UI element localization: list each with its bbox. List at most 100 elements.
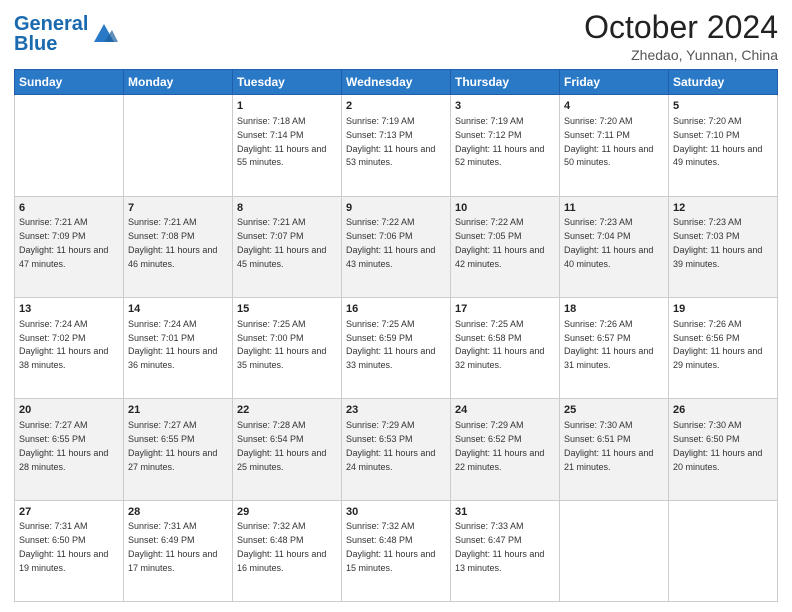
cell-info: Sunrise: 7:20 AMSunset: 7:10 PMDaylight:… [673,116,762,167]
calendar-cell: 27Sunrise: 7:31 AMSunset: 6:50 PMDayligh… [15,500,124,601]
calendar-week-row: 1 Sunrise: 7:18 AMSunset: 7:14 PMDaylight… [15,95,778,196]
calendar-cell: 24 Sunrise: 7:29 AMSunset: 6:52 PMDayligh… [451,399,560,500]
calendar-cell: 22Sunrise: 7:28 AMSunset: 6:54 PMDayligh… [233,399,342,500]
cell-info: Sunrise: 7:25 AMSunset: 6:58 PMDaylight:… [455,319,544,370]
calendar-cell: 31Sunrise: 7:33 AMSunset: 6:47 PMDayligh… [451,500,560,601]
calendar-cell: 4 Sunrise: 7:20 AMSunset: 7:11 PMDaylight… [560,95,669,196]
calendar-cell: 3Sunrise: 7:19 AMSunset: 7:12 PMDaylight… [451,95,560,196]
cell-info: Sunrise: 7:21 AMSunset: 7:08 PMDaylight:… [128,217,217,268]
calendar-cell [15,95,124,196]
day-number: 23 [346,403,446,418]
calendar-cell: 15 Sunrise: 7:25 AMSunset: 7:00 PMDayligh… [233,297,342,398]
day-number: 25 [564,403,664,418]
calendar-cell: 26 Sunrise: 7:30 AMSunset: 6:50 PMDayligh… [669,399,778,500]
logo: General Blue [14,14,118,54]
cell-info: Sunrise: 7:23 AMSunset: 7:04 PMDaylight:… [564,217,653,268]
cell-info: Sunrise: 7:24 AMSunset: 7:01 PMDaylight:… [128,319,217,370]
day-number: 24 [455,403,555,418]
day-number: 3 [455,99,555,114]
day-number: 10 [455,201,555,216]
day-number: 28 [128,505,228,520]
cell-info: Sunrise: 7:32 AMSunset: 6:48 PMDaylight:… [237,521,326,572]
calendar-cell: 25 Sunrise: 7:30 AMSunset: 6:51 PMDayligh… [560,399,669,500]
calendar-cell: 19 Sunrise: 7:26 AMSunset: 6:56 PMDayligh… [669,297,778,398]
calendar-cell: 11Sunrise: 7:23 AMSunset: 7:04 PMDayligh… [560,196,669,297]
calendar-cell: 2 Sunrise: 7:19 AMSunset: 7:13 PMDaylight… [342,95,451,196]
calendar-cell: 23Sunrise: 7:29 AMSunset: 6:53 PMDayligh… [342,399,451,500]
calendar-cell: 17Sunrise: 7:25 AMSunset: 6:58 PMDayligh… [451,297,560,398]
day-number: 18 [564,302,664,317]
cell-info: Sunrise: 7:33 AMSunset: 6:47 PMDaylight:… [455,521,544,572]
day-number: 4 [564,99,664,114]
main-title: October 2024 [584,10,778,45]
day-number: 6 [19,201,119,216]
col-monday: Monday [124,70,233,95]
day-number: 19 [673,302,773,317]
cell-info: Sunrise: 7:20 AMSunset: 7:11 PMDaylight:… [564,116,653,167]
day-number: 2 [346,99,446,114]
day-number: 15 [237,302,337,317]
logo-blue: Blue [14,33,57,55]
calendar-table: Sunday Monday Tuesday Wednesday Thursday… [14,69,778,602]
day-number: 20 [19,403,119,418]
cell-info: Sunrise: 7:21 AMSunset: 7:07 PMDaylight:… [237,217,326,268]
col-wednesday: Wednesday [342,70,451,95]
calendar-cell: 12Sunrise: 7:23 AMSunset: 7:03 PMDayligh… [669,196,778,297]
cell-info: Sunrise: 7:26 AMSunset: 6:56 PMDaylight:… [673,319,762,370]
cell-info: Sunrise: 7:30 AMSunset: 6:51 PMDaylight:… [564,420,653,471]
calendar-cell [124,95,233,196]
calendar-cell [669,500,778,601]
page: General Blue October 2024 Zhedao, Yunnan… [0,0,792,612]
col-thursday: Thursday [451,70,560,95]
calendar-cell: 1 Sunrise: 7:18 AMSunset: 7:14 PMDaylight… [233,95,342,196]
calendar-week-row: 13Sunrise: 7:24 AMSunset: 7:02 PMDayligh… [15,297,778,398]
day-number: 26 [673,403,773,418]
logo-text: General Blue [14,14,88,54]
calendar-cell: 21Sunrise: 7:27 AMSunset: 6:55 PMDayligh… [124,399,233,500]
col-saturday: Saturday [669,70,778,95]
logo-icon [90,20,118,48]
cell-info: Sunrise: 7:32 AMSunset: 6:48 PMDaylight:… [346,521,435,572]
cell-info: Sunrise: 7:18 AMSunset: 7:14 PMDaylight:… [237,116,326,167]
col-tuesday: Tuesday [233,70,342,95]
calendar-header-row: Sunday Monday Tuesday Wednesday Thursday… [15,70,778,95]
day-number: 9 [346,201,446,216]
col-sunday: Sunday [15,70,124,95]
calendar-cell: 10Sunrise: 7:22 AMSunset: 7:05 PMDayligh… [451,196,560,297]
cell-info: Sunrise: 7:27 AMSunset: 6:55 PMDaylight:… [19,420,108,471]
day-number: 5 [673,99,773,114]
day-number: 16 [346,302,446,317]
col-friday: Friday [560,70,669,95]
calendar-cell: 9Sunrise: 7:22 AMSunset: 7:06 PMDaylight… [342,196,451,297]
day-number: 29 [237,505,337,520]
cell-info: Sunrise: 7:25 AMSunset: 7:00 PMDaylight:… [237,319,326,370]
day-number: 30 [346,505,446,520]
day-number: 11 [564,201,664,216]
cell-info: Sunrise: 7:31 AMSunset: 6:49 PMDaylight:… [128,521,217,572]
cell-info: Sunrise: 7:21 AMSunset: 7:09 PMDaylight:… [19,217,108,268]
calendar-cell: 6Sunrise: 7:21 AMSunset: 7:09 PMDaylight… [15,196,124,297]
header: General Blue October 2024 Zhedao, Yunnan… [14,10,778,63]
calendar-cell: 18 Sunrise: 7:26 AMSunset: 6:57 PMDayligh… [560,297,669,398]
cell-info: Sunrise: 7:30 AMSunset: 6:50 PMDaylight:… [673,420,762,471]
calendar-week-row: 27Sunrise: 7:31 AMSunset: 6:50 PMDayligh… [15,500,778,601]
cell-info: Sunrise: 7:22 AMSunset: 7:05 PMDaylight:… [455,217,544,268]
cell-info: Sunrise: 7:29 AMSunset: 6:52 PMDaylight:… [455,420,544,471]
calendar-cell: 29Sunrise: 7:32 AMSunset: 6:48 PMDayligh… [233,500,342,601]
day-number: 8 [237,201,337,216]
cell-info: Sunrise: 7:31 AMSunset: 6:50 PMDaylight:… [19,521,108,572]
calendar-cell: 5 Sunrise: 7:20 AMSunset: 7:10 PMDaylight… [669,95,778,196]
title-block: October 2024 Zhedao, Yunnan, China [584,10,778,63]
day-number: 12 [673,201,773,216]
calendar-cell: 28Sunrise: 7:31 AMSunset: 6:49 PMDayligh… [124,500,233,601]
day-number: 14 [128,302,228,317]
day-number: 27 [19,505,119,520]
calendar-cell: 20 Sunrise: 7:27 AMSunset: 6:55 PMDayligh… [15,399,124,500]
calendar-cell: 8Sunrise: 7:21 AMSunset: 7:07 PMDaylight… [233,196,342,297]
day-number: 1 [237,99,337,114]
cell-info: Sunrise: 7:19 AMSunset: 7:13 PMDaylight:… [346,116,435,167]
day-number: 31 [455,505,555,520]
calendar-cell [560,500,669,601]
cell-info: Sunrise: 7:26 AMSunset: 6:57 PMDaylight:… [564,319,653,370]
day-number: 21 [128,403,228,418]
